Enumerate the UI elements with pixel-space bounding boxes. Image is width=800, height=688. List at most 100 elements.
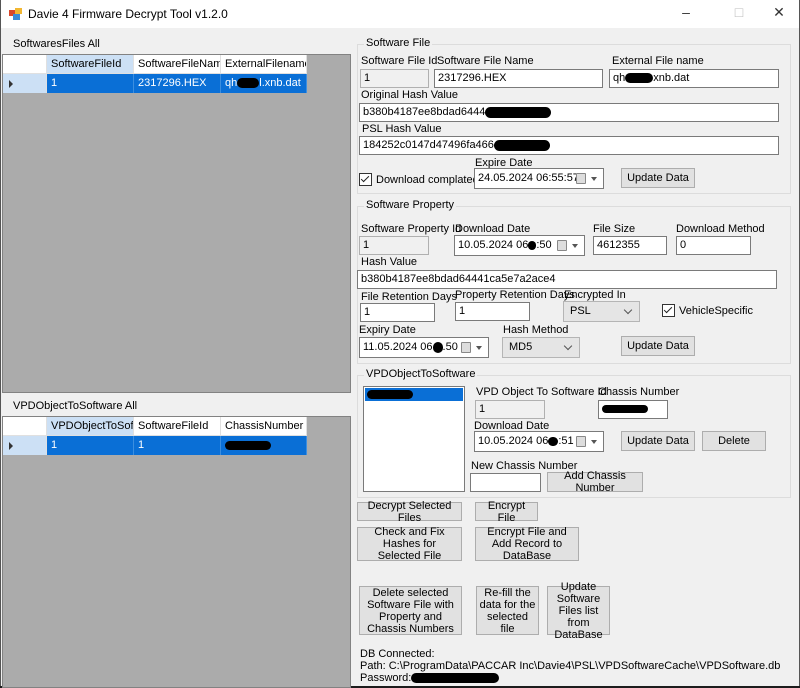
chassis-number-field[interactable] xyxy=(598,400,668,419)
add-chassis-number-button[interactable]: Add Chassis Number xyxy=(547,470,643,494)
download-date-picker[interactable]: 10.05.2024 06:50 xyxy=(454,235,585,256)
download-completed-checkbox[interactable] xyxy=(359,173,372,186)
column-header-softwarefileid[interactable]: SoftwareFileId xyxy=(47,55,134,74)
redaction xyxy=(493,139,550,151)
minimize-button[interactable]: – xyxy=(671,4,701,24)
expiry-date-label: Expiry Date xyxy=(359,324,416,336)
software-file-id-label: Software File Id xyxy=(361,55,438,67)
redaction xyxy=(411,673,500,684)
column-header-externalfilename[interactable]: ExternalFilename xyxy=(221,55,307,74)
original-hash-field[interactable]: b380b4187ee8bdad6444 xyxy=(359,103,779,122)
close-icon: ✕ xyxy=(773,4,785,20)
column-header-chassisnumber[interactable]: ChassisNumber xyxy=(221,417,307,436)
property-retention-label: Property Retention Days xyxy=(455,289,575,301)
calendar-icon xyxy=(557,240,567,251)
update-software-property-button[interactable]: Update Data xyxy=(621,336,695,356)
encrypt-add-record-button[interactable]: Encrypt File and Add Record to DataBase xyxy=(475,526,579,562)
text-suffix: l.xnb.dat xyxy=(259,77,301,89)
table-cell-softwarefileid[interactable]: 1 xyxy=(47,74,134,93)
encrypted-in-select[interactable]: PSL xyxy=(563,301,640,322)
vpd-download-date-picker[interactable]: 10.05.2024 06:51 xyxy=(474,431,604,452)
row-header[interactable] xyxy=(3,436,47,455)
update-software-file-button[interactable]: Update Data xyxy=(621,168,695,188)
software-file-id-field[interactable]: 1 xyxy=(360,69,429,88)
vpd-object-grid[interactable]: VPDObjectToSoftw SoftwareFileId ChassisN… xyxy=(2,416,351,688)
decrypt-selected-files-button[interactable]: Decrypt Selected Files xyxy=(357,500,462,524)
redaction xyxy=(237,78,260,89)
redaction xyxy=(625,73,654,84)
column-header-softwarefilename[interactable]: SoftwareFileName xyxy=(134,55,221,74)
calendar-icon xyxy=(576,436,586,447)
table-cell-externalfilename[interactable]: qh l.xnb.dat xyxy=(221,74,307,93)
software-file-name-label: Software File Name xyxy=(437,55,534,67)
db-password-label: Password: xyxy=(360,672,500,684)
software-files-label: SoftwaresFiles All xyxy=(13,38,100,50)
text-prefix: qh xyxy=(225,77,238,89)
chevron-down-icon xyxy=(563,341,573,351)
dropdown-arrow-icon xyxy=(591,440,597,444)
file-retention-field[interactable]: 1 xyxy=(360,303,435,322)
checkmark-icon xyxy=(663,304,673,314)
table-cell-vpdobjectid[interactable]: 1 xyxy=(47,436,134,455)
date-suffix: .50 xyxy=(442,341,458,353)
group-label: Software Property xyxy=(364,199,457,211)
calendar-icon xyxy=(461,342,471,353)
maximize-icon: □ xyxy=(734,4,744,20)
update-vpd-button[interactable]: Update Data xyxy=(621,431,695,451)
close-button[interactable]: ✕ xyxy=(764,4,794,24)
hash-value-field[interactable]: b380b4187ee8bdad64441ca5e7a2ace4 xyxy=(357,270,777,289)
calendar-icon xyxy=(576,173,586,184)
download-method-field[interactable]: 0 xyxy=(676,236,751,255)
update-files-list-button[interactable]: Update Software Files list from DataBase xyxy=(547,581,610,641)
software-files-grid[interactable]: SoftwareFileId SoftwareFileName External… xyxy=(2,54,351,393)
encrypt-file-button[interactable]: Encrypt File xyxy=(475,500,538,524)
column-header-softwarefileid[interactable]: SoftwareFileId xyxy=(134,417,221,436)
new-chassis-number-field[interactable] xyxy=(470,473,541,492)
delete-vpd-button[interactable]: Delete xyxy=(702,431,766,451)
software-property-id-field[interactable]: 1 xyxy=(359,236,429,255)
psl-hash-field[interactable]: 184252c0147d47496fa466 xyxy=(359,136,779,155)
refill-data-button[interactable]: Re-fill the data for the selected file xyxy=(476,586,539,635)
redaction xyxy=(548,436,559,446)
password-prefix: Password: xyxy=(360,672,412,684)
app-icon xyxy=(9,8,23,20)
date-prefix: 11.05.2024 06 xyxy=(363,341,433,353)
grid-corner-header xyxy=(3,55,47,74)
list-item-selected[interactable] xyxy=(365,388,463,401)
redaction xyxy=(367,389,413,399)
chassis-listbox[interactable] xyxy=(363,386,465,492)
maximize-button[interactable]: □ xyxy=(724,4,754,24)
vehicle-specific-label: VehicleSpecific xyxy=(679,305,753,317)
table-cell-chassisnumber[interactable] xyxy=(221,436,307,455)
redaction xyxy=(432,341,443,353)
main-window: Davie 4 Firmware Decrypt Tool v1.2.0 – □… xyxy=(0,0,800,688)
hash-value-label: Hash Value xyxy=(361,256,418,268)
row-header[interactable] xyxy=(3,74,47,93)
delete-selected-software-button[interactable]: Delete selected Software File with Prope… xyxy=(359,586,462,635)
check-fix-hashes-button[interactable]: Check and Fix Hashes for Selected File xyxy=(357,526,462,562)
external-file-name-field[interactable]: qh xnb.dat xyxy=(609,69,779,88)
checkmark-icon xyxy=(360,173,370,183)
expiry-date-picker[interactable]: 11.05.2024 06 .50 xyxy=(359,337,489,358)
file-size-field[interactable]: 4612355 xyxy=(593,236,667,255)
property-retention-field[interactable]: 1 xyxy=(455,302,530,321)
column-header-vpdobjecttosoftwareid[interactable]: VPDObjectToSoftw xyxy=(47,417,134,436)
redaction xyxy=(602,405,648,414)
encrypted-in-label: Encrypted In xyxy=(564,289,626,301)
chevron-down-icon xyxy=(623,305,633,315)
expire-date-picker[interactable]: 24.05.2024 06:55:57 xyxy=(474,168,604,189)
table-cell-softwarefileid[interactable]: 1 xyxy=(134,436,221,455)
vehicle-specific-checkbox[interactable] xyxy=(662,304,675,317)
window-title: Davie 4 Firmware Decrypt Tool v1.2.0 xyxy=(28,7,228,21)
original-hash-label: Original Hash Value xyxy=(361,89,459,101)
text-suffix: xnb.dat xyxy=(653,72,690,84)
download-method-label: Download Method xyxy=(676,223,765,235)
table-cell-softwarefilename[interactable]: 2317296.HEX xyxy=(134,74,221,93)
vpd-object-id-label: VPD Object To Software Id xyxy=(476,386,607,398)
software-property-id-label: Software Property Id xyxy=(361,223,462,235)
hash-method-select[interactable]: MD5 xyxy=(502,337,580,358)
software-file-name-field[interactable]: 2317296.HEX xyxy=(434,69,603,88)
vpd-object-id-field[interactable]: 1 xyxy=(475,400,545,419)
current-row-icon xyxy=(9,80,13,88)
psl-hash-label: PSL Hash Value xyxy=(362,123,442,135)
